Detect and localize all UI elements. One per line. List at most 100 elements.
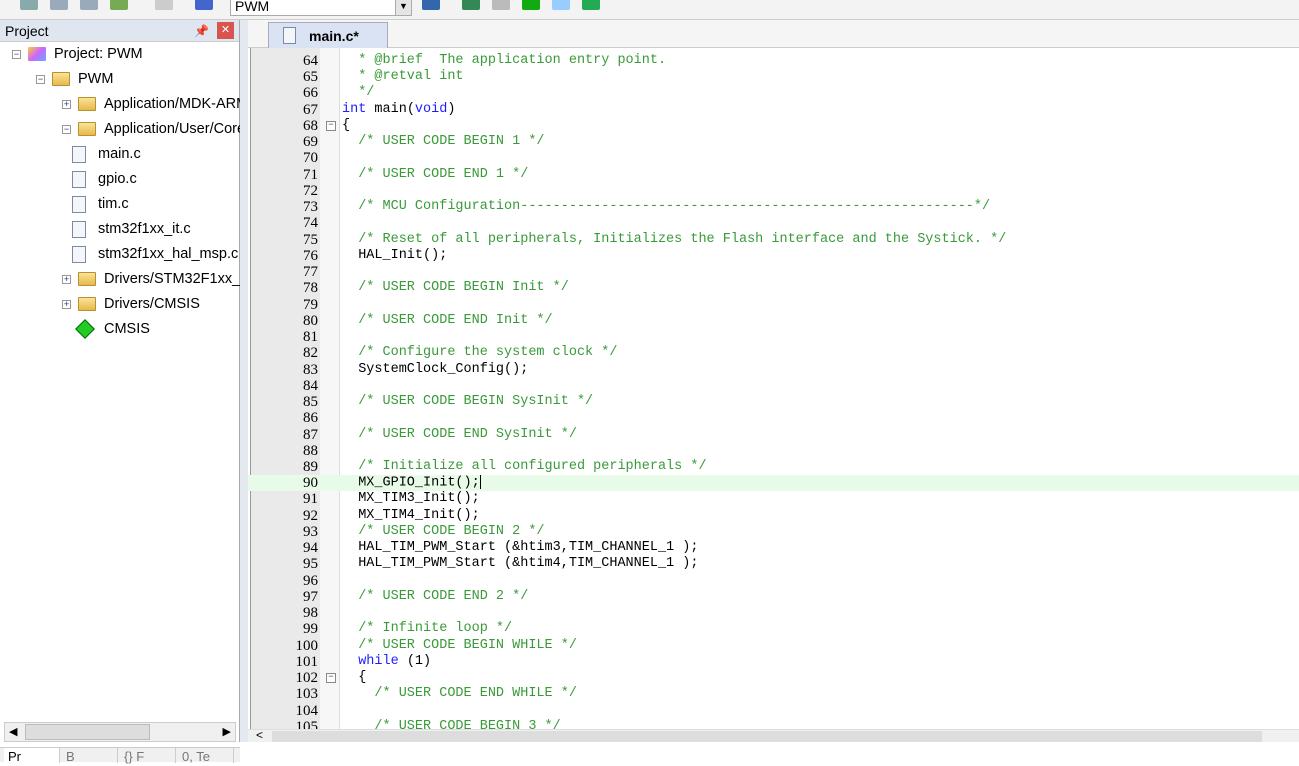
collapse-icon[interactable]: −	[36, 75, 45, 84]
code-line[interactable]: 69 /* USER CODE BEGIN 1 */	[248, 134, 1299, 150]
code-line[interactable]: 96	[248, 573, 1299, 589]
scrollbar-thumb[interactable]	[25, 724, 150, 740]
code-line[interactable]: 75 /* Reset of all peripherals, Initiali…	[248, 232, 1299, 248]
tree-item[interactable]: gpio.c	[54, 167, 137, 192]
code-line[interactable]: 73 /* MCU Configuration-----------------…	[248, 199, 1299, 215]
code-line[interactable]: 101 while (1)	[248, 654, 1299, 670]
code-line[interactable]: 66 */	[248, 85, 1299, 101]
tab-books[interactable]: B	[62, 748, 118, 764]
code-line[interactable]: 103 /* USER CODE END WHILE */	[248, 686, 1299, 702]
panel-splitter[interactable]	[240, 20, 248, 742]
code-line[interactable]: 98	[248, 605, 1299, 621]
download-icon[interactable]	[195, 0, 213, 10]
layers-icon[interactable]	[110, 0, 128, 10]
code-line[interactable]: 87 /* USER CODE END SysInit */	[248, 427, 1299, 443]
code-line[interactable]: 72	[248, 183, 1299, 199]
code-line[interactable]: 86	[248, 410, 1299, 426]
manage-icon[interactable]	[462, 0, 480, 10]
code-line[interactable]: 94 HAL_TIM_PWM_Start (&htim3,TIM_CHANNEL…	[248, 540, 1299, 556]
tree-item[interactable]: CMSIS	[75, 317, 150, 342]
tree-item[interactable]: Drivers/CMSIS	[78, 292, 200, 317]
code-line[interactable]: 77	[248, 264, 1299, 280]
code-text: {	[342, 670, 366, 686]
code-line[interactable]: 76 HAL_Init();	[248, 248, 1299, 264]
tree-item[interactable]: PWM	[52, 67, 113, 92]
target-select[interactable]: PWM ▼	[230, 0, 412, 16]
close-icon[interactable]: ✕	[217, 22, 234, 39]
options-icon[interactable]	[422, 0, 440, 10]
code-line[interactable]: 74	[248, 215, 1299, 231]
code-line[interactable]: 102− {	[248, 670, 1299, 686]
expand-icon[interactable]: +	[62, 275, 71, 284]
code-line[interactable]: 78 /* USER CODE BEGIN Init */	[248, 280, 1299, 296]
tab-main-c[interactable]: main.c*	[268, 22, 388, 49]
scroll-left-icon[interactable]: ◀	[9, 725, 17, 738]
tree-item[interactable]: tim.c	[54, 192, 129, 217]
code-line[interactable]: 100 /* USER CODE BEGIN WHILE */	[248, 638, 1299, 654]
code-line[interactable]: 67 int main(void)	[248, 102, 1299, 118]
scroll-left-icon[interactable]: <	[256, 728, 263, 742]
code-line[interactable]: 95 HAL_TIM_PWM_Start (&htim4,TIM_CHANNEL…	[248, 556, 1299, 572]
code-line[interactable]: 83 SystemClock_Config();	[248, 362, 1299, 378]
code-line[interactable]: 99 /* Infinite loop */	[248, 621, 1299, 637]
tree-item-label: Drivers/CMSIS	[104, 296, 200, 312]
fold-toggle-icon[interactable]: −	[326, 673, 336, 684]
code-line[interactable]: 79	[248, 297, 1299, 313]
chevron-down-icon[interactable]: ▼	[395, 0, 411, 15]
code-line[interactable]: 64 * @brief The application entry point.	[248, 53, 1299, 69]
code-line[interactable]: 71 /* USER CODE END 1 */	[248, 167, 1299, 183]
code-editor[interactable]: 64 * @brief The application entry point.…	[248, 48, 1299, 729]
copy-icon[interactable]	[492, 0, 510, 10]
tree-item-label: CMSIS	[104, 321, 150, 337]
filter-icon[interactable]	[552, 0, 570, 10]
collapse-icon[interactable]: −	[12, 50, 21, 59]
scrollbar-thumb[interactable]	[272, 731, 1262, 742]
code-line[interactable]: 90 MX_GPIO_Init();	[248, 475, 1299, 492]
window-icon[interactable]	[80, 0, 98, 10]
tab-functions[interactable]: {} F	[120, 748, 176, 764]
code-line[interactable]: 70	[248, 150, 1299, 166]
tree-item[interactable]: main.c	[54, 142, 141, 167]
editor-horizontal-scrollbar[interactable]: <	[248, 728, 1299, 742]
code-line[interactable]: 65 * @retval int	[248, 69, 1299, 85]
line-number: 95	[303, 556, 318, 573]
code-line[interactable]: 91 MX_TIM3_Init();	[248, 491, 1299, 507]
code-line[interactable]: 92 MX_TIM4_Init();	[248, 508, 1299, 524]
fold-toggle-icon[interactable]: −	[326, 120, 336, 131]
code-line[interactable]: 89 /* Initialize all configured peripher…	[248, 459, 1299, 475]
pack-icon[interactable]	[522, 0, 540, 10]
disabled-icon[interactable]	[155, 0, 173, 10]
code-line[interactable]: 97 /* USER CODE END 2 */	[248, 589, 1299, 605]
code-line[interactable]: 104	[248, 703, 1299, 719]
tree-item-label: PWM	[78, 71, 114, 87]
expand-icon[interactable]: +	[62, 100, 71, 109]
code-line[interactable]: 68−{	[248, 118, 1299, 134]
tab-project[interactable]: Pr	[4, 748, 60, 764]
tab-templates[interactable]: 0, Te	[178, 748, 234, 764]
code-line[interactable]: 105 /* USER CODE BEGIN 3 */	[248, 719, 1299, 729]
code-line[interactable]: 81	[248, 329, 1299, 345]
tree-item[interactable]: Application/MDK-ARM	[78, 92, 248, 117]
tree-item[interactable]: stm32f1xx_it.c	[54, 217, 191, 242]
scroll-right-icon[interactable]: ▶	[223, 725, 231, 738]
code-line[interactable]: 88	[248, 443, 1299, 459]
collapse-icon[interactable]: −	[62, 125, 71, 134]
expand-icon[interactable]: +	[62, 300, 71, 309]
code-line[interactable]: 80 /* USER CODE END Init */	[248, 313, 1299, 329]
batch-build-icon[interactable]	[20, 0, 38, 10]
file-icon	[72, 245, 86, 263]
toolbar: PWM ▼	[0, 0, 1299, 20]
tree-item[interactable]: Application/User/Core	[78, 117, 245, 142]
code-line[interactable]: 82 /* Configure the system clock */	[248, 345, 1299, 361]
horizontal-scrollbar[interactable]: ◀ ▶	[4, 722, 236, 742]
code-text: SystemClock_Config();	[342, 362, 528, 378]
code-line[interactable]: 84	[248, 378, 1299, 394]
tree-item[interactable]: stm32f1xx_hal_msp.c	[54, 242, 238, 267]
line-number: 71	[303, 166, 318, 183]
tree-item[interactable]: Project: PWM	[28, 42, 143, 67]
window-icon[interactable]	[50, 0, 68, 10]
code-line[interactable]: 93 /* USER CODE BEGIN 2 */	[248, 524, 1299, 540]
code-line[interactable]: 85 /* USER CODE BEGIN SysInit */	[248, 394, 1299, 410]
pack-installer-icon[interactable]	[582, 0, 600, 10]
pin-icon[interactable]: 📌	[194, 20, 209, 42]
